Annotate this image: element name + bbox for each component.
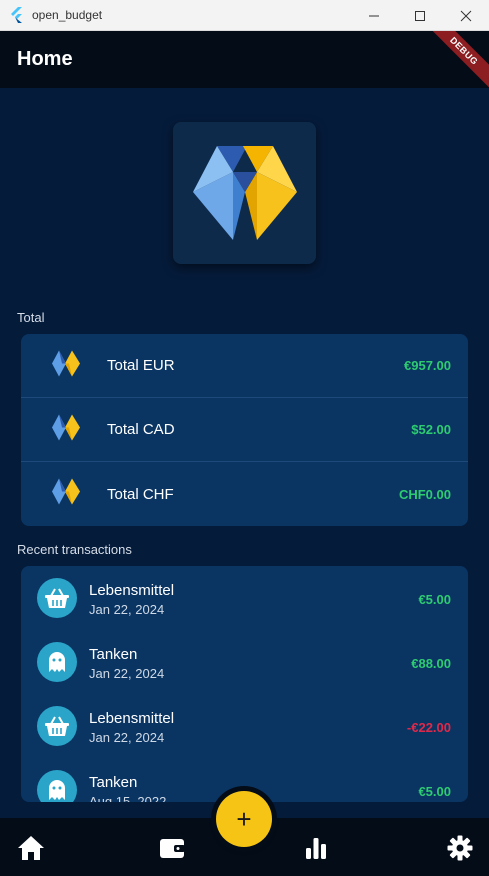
flutter-icon [10, 7, 26, 23]
total-label: Total CAD [107, 421, 175, 438]
maximize-button[interactable] [397, 0, 443, 31]
debug-banner: DEBUG [419, 31, 489, 88]
nav-settings-button[interactable] [444, 832, 476, 864]
transaction-row[interactable]: Tanken Jan 22, 2024 €88.00 [21, 630, 468, 694]
transaction-date: Jan 22, 2024 [89, 730, 165, 745]
total-label: Total CHF [107, 485, 174, 503]
total-row-cad[interactable]: Total CAD $52.00 [21, 398, 468, 462]
total-amount: CHF0.00 [398, 486, 451, 502]
nav-home-button[interactable] [15, 832, 47, 864]
page-title: Home [17, 48, 73, 70]
window-title: open_budget [32, 8, 103, 22]
transaction-date: Jan 22, 2024 [89, 602, 165, 617]
transaction-name: Lebensmittel [89, 582, 175, 599]
close-button[interactable] [443, 0, 489, 31]
settings-icon [447, 835, 473, 861]
ghost-icon [37, 642, 77, 682]
transaction-amount: -€22.00 [406, 720, 451, 735]
transaction-row[interactable]: Lebensmittel Jan 22, 2024 €5.00 [21, 566, 468, 630]
transaction-amount: €88.00 [411, 656, 451, 671]
total-row-eur[interactable]: Total EUR €957.00 [21, 334, 468, 398]
minimize-button[interactable] [351, 0, 397, 31]
recent-section-label: Recent transactions [17, 542, 132, 557]
totals-section-label: Total [17, 310, 45, 325]
recent-transactions-card: Lebensmittel Jan 22, 2024 €5.00 Tanken J… [21, 566, 468, 802]
window-titlebar: open_budget [0, 0, 489, 31]
nav-statistics-button[interactable] [300, 832, 332, 864]
basket-icon [37, 578, 77, 618]
transaction-amount: €5.00 [418, 592, 451, 607]
transaction-name: Tanken [89, 646, 138, 663]
transaction-date: Aug 15, 2022 [89, 794, 167, 802]
total-row-chf[interactable]: Total CHF CHF0.00 [21, 462, 468, 526]
nav-wallet-button[interactable] [156, 832, 188, 864]
totals-card: Total EUR €957.00 Total CAD $52.00 Total… [21, 334, 468, 526]
ghost-icon [37, 770, 77, 802]
app-bar: Home DEBUG [0, 31, 489, 88]
open-budget-logo-icon [52, 414, 80, 445]
total-amount: €957.00 [404, 358, 451, 373]
total-amount: $52.00 [411, 422, 451, 437]
transaction-date: Jan 22, 2024 [89, 666, 165, 681]
open-budget-logo-icon [52, 478, 80, 510]
add-transaction-button[interactable]: + [216, 791, 272, 847]
total-label: Total EUR [107, 357, 175, 374]
transaction-name: Lebensmittel [89, 710, 175, 727]
main-content[interactable]: Total Total EUR €957.00 Total CAD $52.00… [0, 88, 489, 818]
open-budget-logo-icon [52, 350, 80, 381]
wallet-icon [160, 839, 185, 858]
basket-icon [37, 706, 77, 746]
bar-chart-icon [306, 838, 326, 859]
transaction-amount: €5.00 [418, 784, 451, 799]
transaction-row[interactable]: Lebensmittel Jan 22, 2024 -€22.00 [21, 694, 468, 758]
transaction-name: Tanken [89, 774, 138, 791]
home-icon [18, 836, 44, 860]
app-logo [173, 122, 316, 264]
open-budget-logo-icon [192, 146, 297, 240]
